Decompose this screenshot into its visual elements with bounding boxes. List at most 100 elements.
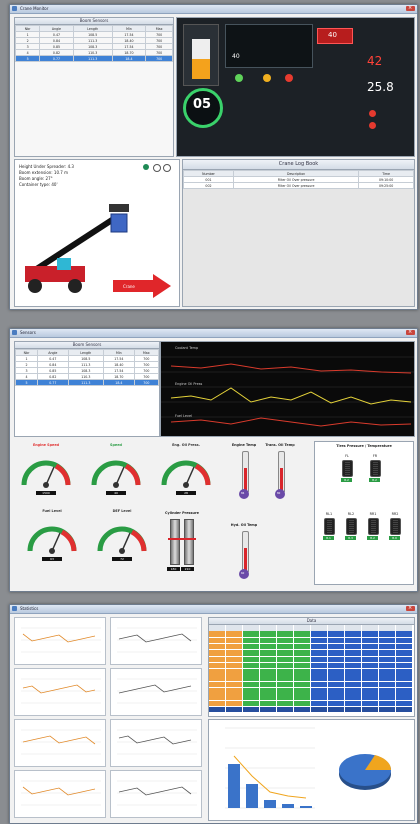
sheet-cell[interactable]	[243, 656, 259, 662]
sheet-cell[interactable]	[277, 662, 293, 669]
sheet-cell[interactable]	[311, 706, 327, 713]
sheet-cell[interactable]	[260, 643, 276, 650]
sheet-cell[interactable]	[277, 681, 293, 688]
sheet-cell[interactable]	[226, 669, 242, 675]
sheet-cell[interactable]	[277, 631, 293, 637]
sheet-cell[interactable]	[209, 631, 225, 637]
sheet-cell[interactable]	[226, 700, 242, 707]
sheet-cell[interactable]	[328, 700, 344, 707]
sheet-cell[interactable]	[379, 631, 395, 637]
sheet-cell[interactable]	[277, 669, 293, 675]
sheet-cell[interactable]	[311, 694, 327, 700]
sheet-cell[interactable]	[311, 662, 327, 669]
sheet-cell[interactable]	[362, 681, 378, 688]
sheet-cell[interactable]	[379, 694, 395, 700]
sheet-cell[interactable]	[328, 669, 344, 675]
sheet-cell[interactable]	[379, 625, 395, 631]
sheet-cell[interactable]	[277, 656, 293, 662]
sheet-cell[interactable]	[345, 669, 361, 675]
sheet-cell[interactable]	[260, 625, 276, 631]
sheet-cell[interactable]	[379, 700, 395, 707]
sheet-cell[interactable]	[345, 662, 361, 669]
sheet-cell[interactable]	[260, 681, 276, 688]
sheet-cell[interactable]	[328, 706, 344, 713]
table-row[interactable]: 5 0.77 111.3 18.4 700	[14, 55, 173, 62]
sheet-cell[interactable]	[226, 631, 242, 637]
sheet-cell[interactable]	[277, 700, 293, 707]
sheet-cell[interactable]	[226, 675, 242, 681]
sheet-cell[interactable]	[277, 694, 293, 700]
sheet-cell[interactable]	[362, 688, 378, 694]
sheet-cell[interactable]	[209, 675, 225, 681]
sheet-cell[interactable]	[260, 706, 276, 713]
sheet-cell[interactable]	[226, 688, 242, 694]
sheet-cell[interactable]	[379, 688, 395, 694]
table-row[interactable]: 5 0.77 111.3 18.4 700	[14, 379, 160, 386]
sheet-cell[interactable]	[260, 700, 276, 707]
sheet-cell[interactable]	[209, 625, 225, 631]
sheet-cell[interactable]	[226, 637, 242, 644]
sheet-cell[interactable]	[311, 631, 327, 637]
sheet-cell[interactable]	[396, 625, 412, 631]
sheet-cell[interactable]	[243, 706, 259, 713]
sheet-cell[interactable]	[209, 681, 225, 688]
sheet-cell[interactable]	[396, 700, 412, 707]
sheet-cell[interactable]	[311, 669, 327, 675]
close-icon[interactable]	[406, 5, 415, 11]
sheet-cell[interactable]	[311, 700, 327, 707]
sheet-cell[interactable]	[396, 669, 412, 675]
sheet-cell[interactable]	[362, 662, 378, 669]
sheet-cell[interactable]	[209, 688, 225, 694]
sheet-cell[interactable]	[379, 662, 395, 669]
sheet-cell[interactable]	[396, 643, 412, 650]
sheet-cell[interactable]	[328, 650, 344, 656]
sheet-cell[interactable]	[328, 694, 344, 700]
sheet-cell[interactable]	[243, 662, 259, 669]
sheet-cell[interactable]	[362, 643, 378, 650]
sheet-cell[interactable]	[209, 656, 225, 662]
sheet-cell[interactable]	[328, 688, 344, 694]
sheet-cell[interactable]	[294, 681, 310, 688]
sheet-cell[interactable]	[260, 650, 276, 656]
sheet-cell[interactable]	[294, 669, 310, 675]
sheet-cell[interactable]	[243, 681, 259, 688]
sheet-cell[interactable]	[294, 694, 310, 700]
sheet-cell[interactable]	[294, 675, 310, 681]
sheet-cell[interactable]	[345, 675, 361, 681]
sheet-cell[interactable]	[277, 637, 293, 644]
sheet-cell[interactable]	[311, 675, 327, 681]
sheet-cell[interactable]	[226, 681, 242, 688]
log-row[interactable]: 002 Filter Oil Over pressure 09:25:00	[183, 182, 414, 189]
sheet-cell[interactable]	[294, 637, 310, 644]
sheet-cell[interactable]	[379, 643, 395, 650]
sheet-cell[interactable]	[396, 675, 412, 681]
sheet-cell[interactable]	[396, 688, 412, 694]
sheet-cell[interactable]	[311, 643, 327, 650]
sheet-cell[interactable]	[345, 656, 361, 662]
sheet-cell[interactable]	[243, 675, 259, 681]
sheet-cell[interactable]	[243, 688, 259, 694]
sheet-cell[interactable]	[226, 643, 242, 650]
sheet-cell[interactable]	[294, 650, 310, 656]
sheet-cell[interactable]	[362, 700, 378, 707]
sheet-cell[interactable]	[362, 625, 378, 631]
close-icon[interactable]	[406, 605, 415, 611]
sheet-cell[interactable]	[311, 656, 327, 662]
sheet-cell[interactable]	[362, 637, 378, 644]
sheet-cell[interactable]	[277, 688, 293, 694]
sheet-cell[interactable]	[209, 706, 225, 713]
sheet-cell[interactable]	[243, 643, 259, 650]
sheet-cell[interactable]	[294, 656, 310, 662]
sheet-cell[interactable]	[345, 681, 361, 688]
sheet-cell[interactable]	[294, 625, 310, 631]
sheet-cell[interactable]	[345, 631, 361, 637]
sheet-cell[interactable]	[362, 675, 378, 681]
sheet-cell[interactable]	[226, 625, 242, 631]
sheet-cell[interactable]	[243, 694, 259, 700]
sheet-cell[interactable]	[277, 650, 293, 656]
close-icon[interactable]	[406, 329, 415, 335]
sheet-cell[interactable]	[396, 650, 412, 656]
sheet-cell[interactable]	[260, 675, 276, 681]
sheet-cell[interactable]	[260, 637, 276, 644]
sheet-cell[interactable]	[260, 688, 276, 694]
